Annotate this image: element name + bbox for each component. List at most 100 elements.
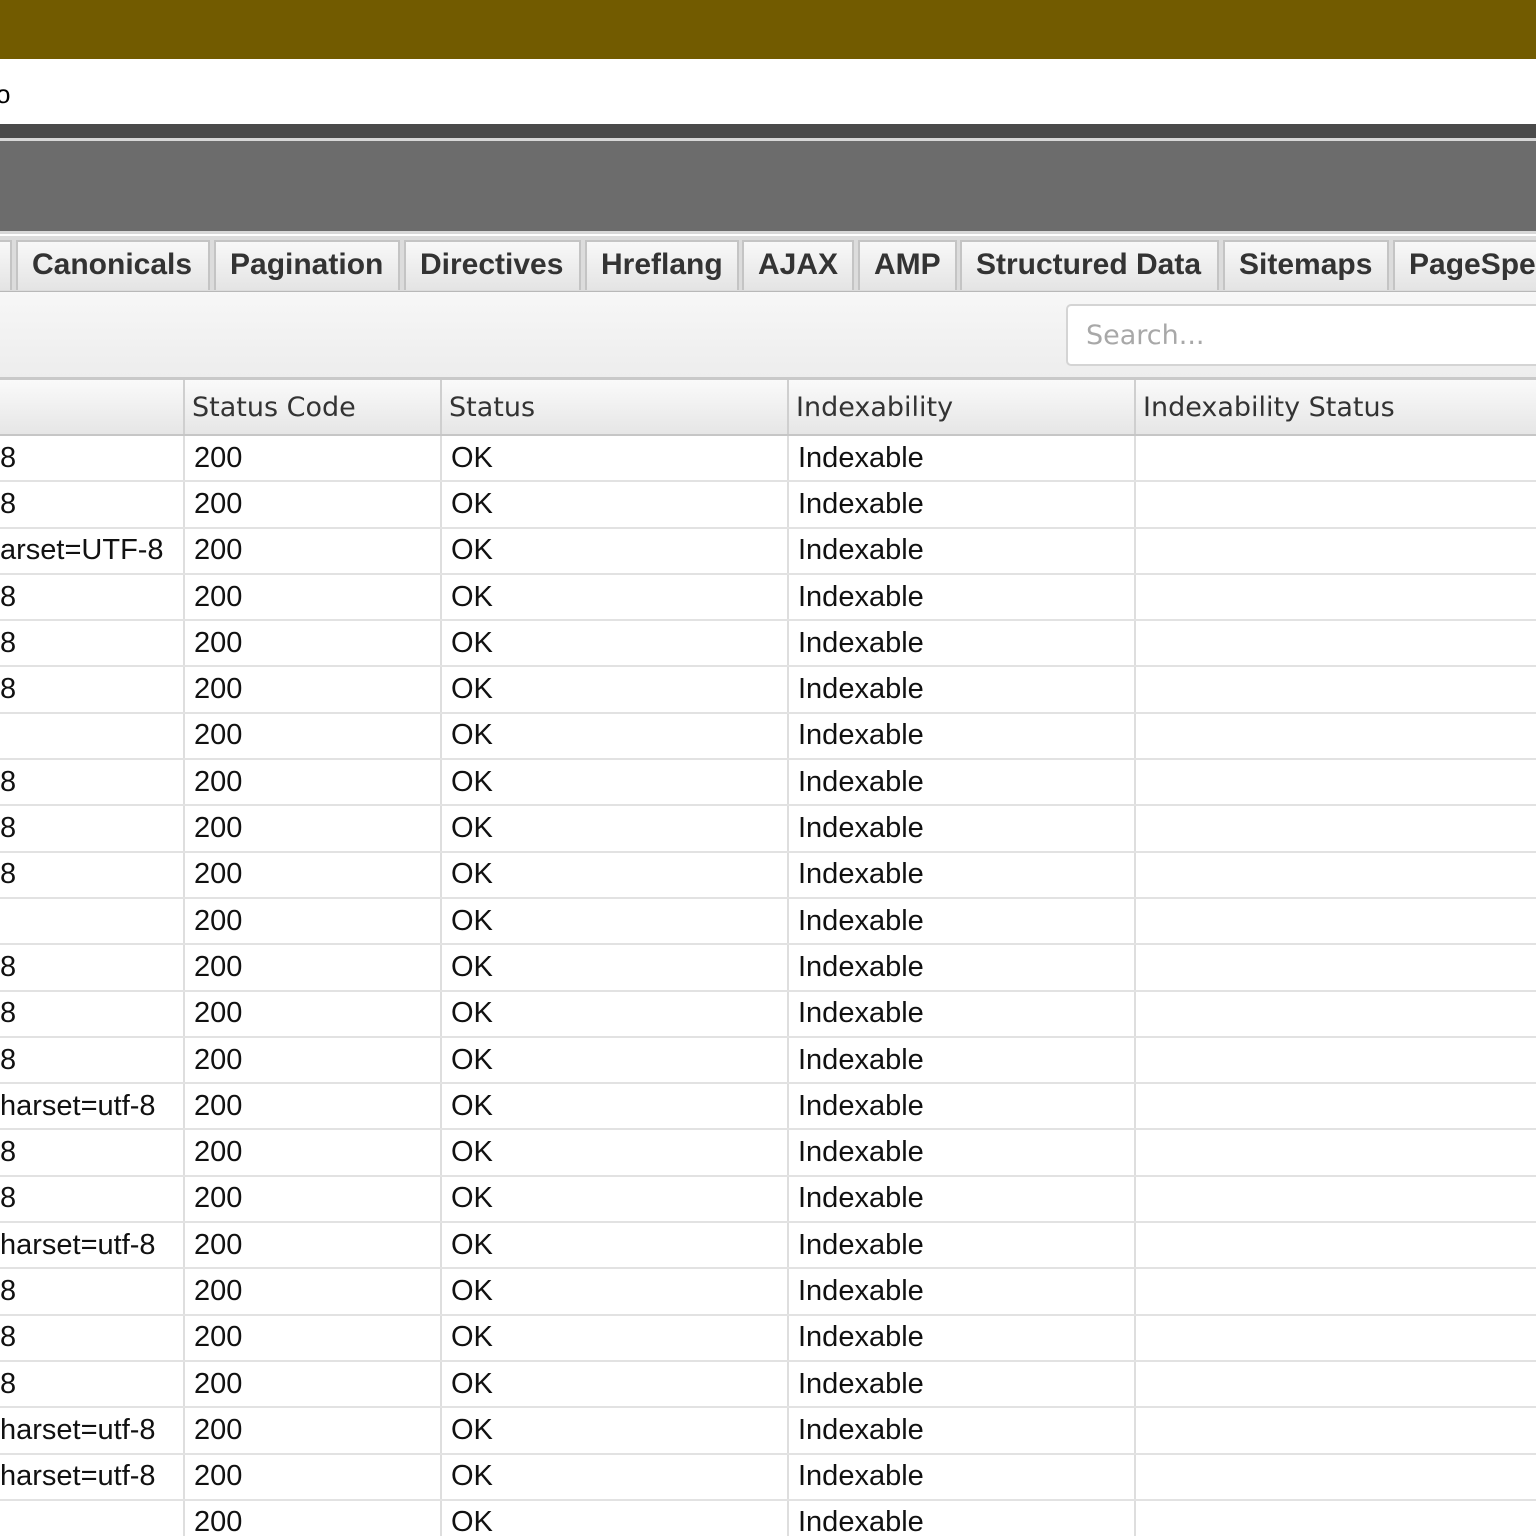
cell-status: OK [441, 1314, 789, 1362]
table-row[interactable]: 8 200 OK Indexable [0, 759, 1536, 807]
table-row[interactable]: harset=utf-8 200 OK Indexable [0, 1083, 1536, 1131]
table-row[interactable]: 8 200 OK Indexable [0, 1360, 1536, 1409]
table-row[interactable]: 8 200 OK Indexable [0, 805, 1536, 853]
column-header-status-code[interactable]: Status Code [184, 380, 442, 436]
table-row[interactable]: 200 OK Indexable [0, 1499, 1536, 1536]
cell-status: OK [441, 1407, 789, 1455]
cell-indexability: Indexable [788, 666, 1136, 714]
column-header-content-type[interactable] [0, 380, 185, 436]
table-row[interactable]: 8 200 OK Indexable [0, 1314, 1536, 1362]
table-row[interactable]: harset=utf-8 200 OK Indexable [0, 1453, 1536, 1501]
tab-partial-left[interactable] [0, 240, 12, 290]
table-row[interactable]: 200 OK Indexable [0, 897, 1536, 946]
table-row[interactable]: 200 OK Indexable [0, 712, 1536, 761]
cell-indexability-status [1135, 435, 1536, 483]
table-row[interactable]: 8 200 OK Indexable [0, 1175, 1536, 1224]
cell-indexability: Indexable [788, 1083, 1136, 1131]
tab-hreflang[interactable]: Hreflang [585, 240, 739, 290]
cell-status-code: 200 [184, 1453, 442, 1501]
content-type-text: 8 [0, 858, 17, 891]
cell-indexability-status [1135, 712, 1536, 761]
cell-status-code: 200 [184, 1129, 442, 1177]
table-row[interactable]: 8 200 OK Indexable [0, 1268, 1536, 1316]
cell-status: OK [441, 805, 789, 853]
tab-pagespeed[interactable]: PageSpe [1393, 240, 1536, 290]
cell-indexability: Indexable [788, 944, 1136, 992]
cell-status: OK [441, 620, 789, 668]
content-type-text: 8 [0, 673, 17, 706]
table-row[interactable]: arset=UTF-8 200 OK Indexable [0, 527, 1536, 575]
cell-content-type: 8 [0, 990, 185, 1038]
cell-status: OK [441, 1175, 789, 1224]
table-row[interactable]: 8 200 OK Indexable [0, 944, 1536, 992]
cell-content-type [0, 712, 185, 761]
table-row[interactable]: 8 200 OK Indexable [0, 620, 1536, 668]
cell-status: OK [441, 1083, 789, 1131]
toolbar [0, 138, 1536, 234]
cell-content-type [0, 897, 185, 946]
cell-indexability: Indexable [788, 851, 1136, 899]
content-type-text: 8 [0, 1136, 17, 1169]
cell-status: OK [441, 666, 789, 714]
cell-status-code: 200 [184, 573, 442, 622]
cell-status: OK [441, 944, 789, 992]
table-row[interactable]: 8 200 OK Indexable [0, 481, 1536, 529]
cell-status-code: 200 [184, 897, 442, 946]
cell-indexability-status [1135, 1268, 1536, 1316]
results-table: Status Code Status Indexability Indexabi… [0, 380, 1536, 1536]
search-input[interactable] [1066, 304, 1536, 366]
tab-structured-data[interactable]: Structured Data [960, 240, 1219, 290]
cell-indexability: Indexable [788, 1407, 1136, 1455]
table-row[interactable]: 8 200 OK Indexable [0, 435, 1536, 483]
cell-status: OK [441, 1036, 789, 1085]
content-type-text: harset=utf-8 [0, 1413, 156, 1446]
table-row[interactable]: harset=utf-8 200 OK Indexable [0, 1222, 1536, 1270]
column-header-indexability-status[interactable]: Indexability Status [1135, 380, 1536, 436]
table-row[interactable]: 8 200 OK Indexable [0, 666, 1536, 714]
cell-indexability: Indexable [788, 1453, 1136, 1501]
cell-content-type: 8 [0, 759, 185, 807]
cell-status: OK [441, 759, 789, 807]
cell-content-type: 8 [0, 851, 185, 899]
tab-sitemaps[interactable]: Sitemaps [1223, 240, 1389, 290]
content-type-text: 8 [0, 765, 17, 798]
cell-status-code: 200 [184, 944, 442, 992]
cell-status: OK [441, 851, 789, 899]
cell-content-type: 8 [0, 1314, 185, 1362]
tab-bar: Canonicals Pagination Directives Hreflan… [0, 236, 1536, 292]
tab-pagination[interactable]: Pagination [214, 240, 400, 290]
table-row[interactable]: harset=utf-8 200 OK Indexable [0, 1407, 1536, 1455]
cell-indexability: Indexable [788, 990, 1136, 1038]
cell-status-code: 200 [184, 481, 442, 529]
table-row[interactable]: 8 200 OK Indexable [0, 573, 1536, 622]
cell-status-code: 200 [184, 1314, 442, 1362]
cell-indexability-status [1135, 666, 1536, 714]
table-row[interactable]: 8 200 OK Indexable [0, 990, 1536, 1038]
cell-indexability-status [1135, 897, 1536, 946]
cell-indexability: Indexable [788, 897, 1136, 946]
menu-item-fragment[interactable]: o [0, 79, 10, 110]
content-type-text: 8 [0, 1274, 17, 1307]
cell-status-code: 200 [184, 1083, 442, 1131]
table-row[interactable]: 8 200 OK Indexable [0, 851, 1536, 899]
cell-indexability: Indexable [788, 1314, 1136, 1362]
cell-indexability: Indexable [788, 1222, 1136, 1270]
table-row[interactable]: 8 200 OK Indexable [0, 1129, 1536, 1177]
tab-canonicals[interactable]: Canonicals [16, 240, 210, 290]
cell-content-type: 8 [0, 620, 185, 668]
tab-amp[interactable]: AMP [858, 240, 957, 290]
tab-ajax[interactable]: AJAX [742, 240, 854, 290]
content-type-text: 8 [0, 1367, 17, 1400]
column-header-status[interactable]: Status [441, 380, 789, 436]
cell-content-type [0, 1499, 185, 1536]
cell-status: OK [441, 1453, 789, 1501]
toolbar-divider [0, 124, 1536, 138]
tab-directives[interactable]: Directives [404, 240, 581, 290]
table-row[interactable]: 8 200 OK Indexable [0, 1036, 1536, 1085]
cell-indexability-status [1135, 1453, 1536, 1501]
content-type-text: harset=utf-8 [0, 1228, 156, 1261]
column-header-indexability[interactable]: Indexability [788, 380, 1136, 436]
cell-indexability-status [1135, 620, 1536, 668]
cell-content-type: 8 [0, 573, 185, 622]
cell-indexability-status [1135, 1129, 1536, 1177]
